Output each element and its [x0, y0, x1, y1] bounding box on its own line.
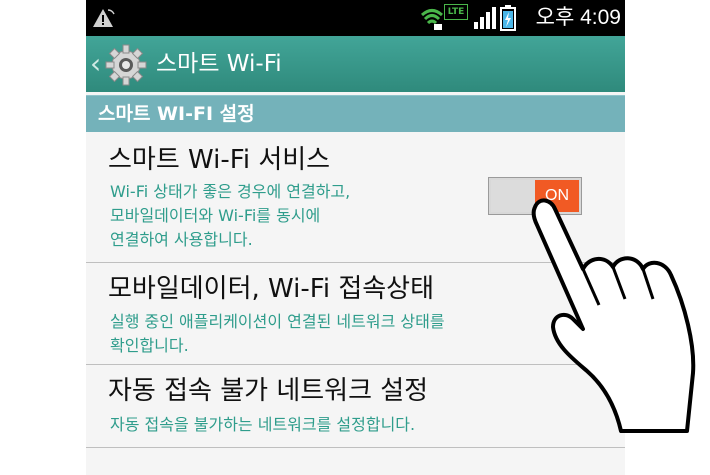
wifi-icon	[420, 9, 444, 30]
gear-icon[interactable]	[104, 43, 148, 87]
section-title: 스마트 WI-FI 설정	[98, 103, 255, 125]
item-subtitle-line: 확인합니다.	[110, 336, 189, 355]
warning-icon	[93, 9, 115, 27]
back-caret-icon[interactable]: ‹	[90, 48, 101, 80]
status-time: 오후 4:09	[535, 6, 621, 29]
pointing-hand-icon	[531, 198, 696, 433]
item-subtitle-line: 모바일데이터와 Wi-Fi를 동시에	[110, 206, 321, 225]
divider	[86, 447, 625, 448]
status-bar: LTE 오후 4:09	[86, 0, 625, 36]
battery-icon	[500, 5, 516, 31]
item-title: 모바일데이터, Wi-Fi 접속상태	[108, 274, 435, 304]
lte-badge: LTE	[444, 4, 468, 20]
section-header: 스마트 WI-FI 설정	[86, 95, 625, 132]
item-subtitle-line: Wi-Fi 상태가 좋은 경우에 연결하고,	[110, 182, 351, 201]
signal-icon	[474, 7, 496, 29]
item-subtitle-line: 실행 중인 애플리케이션이 연결된 네트워크 상태를	[110, 312, 445, 331]
page-title: 스마트 Wi-Fi	[156, 51, 282, 77]
item-title: 자동 접속 불가 네트워크 설정	[108, 376, 429, 406]
item-subtitle-line: 연결하여 사용합니다.	[110, 230, 253, 249]
item-subtitle-line: 자동 접속을 불가하는 네트워크를 설정합니다.	[110, 415, 416, 434]
action-bar: ‹ 스마트 Wi-Fi	[86, 36, 625, 92]
item-title: 스마트 Wi-Fi 서비스	[108, 145, 331, 175]
